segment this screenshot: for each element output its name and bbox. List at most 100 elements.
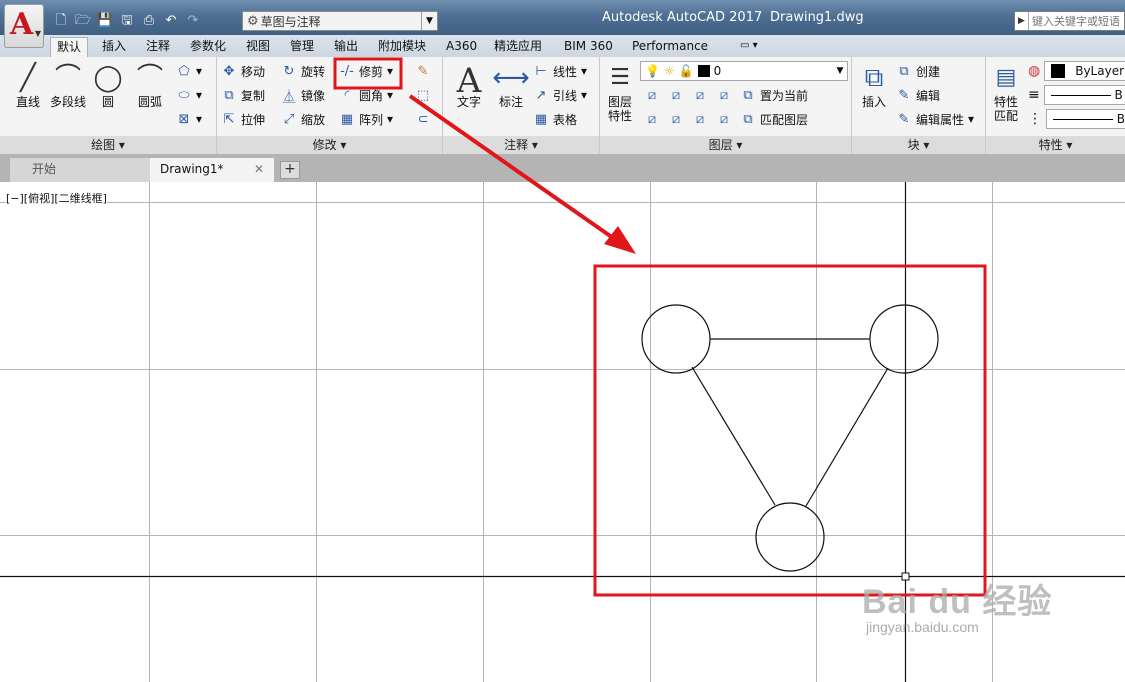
ellipse-button[interactable]: ⬭ ▾	[176, 85, 202, 105]
create-block-button[interactable]: ⧉ 创建	[896, 61, 940, 81]
edit-block-button[interactable]: ✎ 编辑	[896, 85, 940, 105]
tab-view[interactable]: 视图	[240, 37, 276, 57]
viewport-controls[interactable]: [−][俯视][二维线框]	[6, 190, 107, 206]
tab-drawing1[interactable]: Drawing1* ✕	[150, 158, 274, 182]
layer-unisolate-icon[interactable]: ⧄	[644, 112, 660, 127]
line-left[interactable]	[691, 366, 776, 506]
linetype-dropdown[interactable]: B	[1046, 109, 1125, 129]
linetype-row: ⋮ B	[1028, 109, 1125, 129]
tab-start[interactable]: 开始	[10, 158, 150, 182]
draw-panel-title[interactable]: 绘图 ▾	[0, 136, 216, 154]
edit-block-icon: ✎	[898, 87, 910, 103]
application-menu-button[interactable]: A ▼	[4, 4, 44, 48]
erase-button[interactable]: ✎	[415, 61, 431, 81]
copy-button[interactable]: ⧉ 复制	[221, 85, 265, 105]
tab-bim360[interactable]: BIM 360	[558, 37, 619, 57]
tab-addins[interactable]: 附加模块	[372, 37, 432, 57]
layer-stack-icon: ☰	[610, 65, 630, 90]
chevron-right-icon[interactable]: ▶	[1015, 12, 1029, 30]
color-dropdown[interactable]: ByLayer	[1044, 61, 1125, 81]
search-input[interactable]	[1029, 14, 1123, 28]
scale-icon: ⤢	[283, 111, 295, 127]
line-right[interactable]	[805, 367, 889, 507]
tab-manage[interactable]: 管理	[284, 37, 320, 57]
block-panel-title[interactable]: 块 ▾	[852, 136, 985, 154]
linear-button[interactable]: ⊢ 线性 ▾	[533, 61, 587, 81]
drawing-canvas[interactable]: [−][俯视][二维线框] Bai du 经验 jingyan.baidu.co…	[0, 182, 1125, 682]
circle-right[interactable]	[869, 304, 939, 374]
fillet-label: 圆角	[359, 88, 384, 103]
layers-panel-title[interactable]: 图层 ▾	[600, 136, 851, 154]
layers-panel-title-text: 图层	[708, 138, 733, 152]
set-current-button[interactable]: ⧉ 置为当前	[740, 85, 808, 105]
layer-dropdown[interactable]: 💡 ☼ 🔓 0 ▼	[640, 61, 848, 81]
edit-attributes-label: 编辑属性	[916, 112, 965, 127]
insert-block-icon: ⧉	[864, 63, 884, 93]
layer-properties-button[interactable]: ☰ 图层 特性	[600, 61, 640, 123]
new-file-icon[interactable]: 🗋	[52, 12, 70, 30]
fillet-icon: ◜	[344, 87, 350, 103]
layer-isolate-icon[interactable]: ⧄	[668, 88, 684, 103]
properties-panel-title[interactable]: 特性 ▾	[986, 136, 1125, 154]
fillet-button[interactable]: ◜ 圆角 ▾	[339, 85, 393, 105]
tab-insert[interactable]: 插入	[96, 37, 132, 57]
mirror-label: 镜像	[301, 88, 326, 103]
chevron-down-icon[interactable]: ▼	[421, 12, 437, 30]
circle-button[interactable]: ◯ 圆	[84, 61, 132, 109]
annotation-panel-title[interactable]: 注释 ▾	[443, 136, 599, 154]
match-properties-button[interactable]: ▤ 特性 匹配	[986, 61, 1026, 123]
title-bar: 🗋 🗁 💾 🖫 ⎙ ↶ ↷ ⚙ 草图与注释 ▼ Autodesk AutoCAD…	[0, 0, 1125, 35]
tab-featured-apps[interactable]: 精选应用	[488, 37, 548, 57]
save-as-icon[interactable]: 🖫	[118, 12, 136, 30]
app-title: Autodesk AutoCAD 2017	[602, 10, 763, 25]
tab-annotate[interactable]: 注释	[140, 37, 176, 57]
edit-attributes-button[interactable]: ✎ 编辑属性 ▾	[896, 109, 975, 129]
offset-button[interactable]: ⊂	[415, 109, 431, 129]
tab-performance[interactable]: Performance	[626, 37, 714, 57]
rotate-button[interactable]: ↻ 旋转	[281, 61, 325, 81]
layer-off-icon[interactable]: ⧄	[644, 88, 660, 103]
tab-output[interactable]: 输出	[328, 37, 364, 57]
insert-button[interactable]: ⧉ 插入	[852, 61, 896, 109]
ribbon-minimize-icon[interactable]: ▭ ▾	[734, 37, 764, 57]
trim-button[interactable]: -/- 修剪 ▾	[339, 61, 393, 81]
lineweight-dropdown[interactable]: B	[1043, 85, 1125, 105]
table-button[interactable]: ▦ 表格	[533, 109, 577, 129]
array-icon: ▦	[340, 111, 354, 127]
layer-freeze-icon[interactable]: ⧄	[692, 88, 708, 103]
save-icon[interactable]: 💾	[96, 12, 114, 30]
polygon-button[interactable]: ⬠ ▾	[176, 61, 202, 81]
circle-left[interactable]	[641, 304, 711, 374]
workspace-selector[interactable]: ⚙ 草图与注释 ▼	[242, 11, 438, 31]
layer-unlock-icon[interactable]: ⧄	[716, 112, 732, 127]
open-file-icon[interactable]: 🗁	[74, 12, 92, 30]
new-tab-button[interactable]: +	[280, 161, 300, 179]
undo-icon[interactable]: ↶	[162, 12, 180, 30]
print-icon[interactable]: ⎙	[140, 12, 158, 30]
create-block-label: 创建	[916, 64, 941, 79]
stretch-button[interactable]: ⇱ 拉伸	[221, 109, 265, 129]
arc-button[interactable]: ⌒ 圆弧	[126, 61, 174, 109]
scale-button[interactable]: ⤢ 缩放	[281, 109, 325, 129]
tab-parametric[interactable]: 参数化	[184, 37, 232, 57]
dimension-button[interactable]: ⟷ 标注	[487, 61, 535, 109]
layer-lock-icon[interactable]: ⧄	[716, 88, 732, 103]
move-button[interactable]: ✥ 移动	[221, 61, 265, 81]
redo-icon[interactable]: ↷	[184, 12, 202, 30]
layer-thaw-icon[interactable]: ⧄	[668, 112, 684, 127]
tab-a360[interactable]: A360	[440, 37, 483, 57]
tab-default[interactable]: 默认	[50, 37, 89, 57]
layer-on-icon[interactable]: ⧄	[692, 112, 708, 127]
modify-panel-title[interactable]: 修改 ▾	[217, 136, 442, 154]
match-layer-icon: ⧉	[743, 111, 753, 127]
explode-button[interactable]: ⬚	[415, 85, 431, 105]
match-layer-button[interactable]: ⧉ 匹配图层	[740, 109, 808, 129]
text-button[interactable]: A 文字	[445, 61, 493, 109]
mirror-button[interactable]: ⏅ 镜像	[281, 85, 325, 105]
circle-bottom[interactable]	[755, 502, 825, 572]
leader-button[interactable]: ↗ 引线 ▾	[533, 85, 588, 105]
workspace-label: 草图与注释	[260, 14, 321, 29]
close-icon[interactable]: ✕	[254, 158, 264, 180]
array-button[interactable]: ▦ 阵列 ▾	[339, 109, 393, 129]
hatch-button[interactable]: ⊠ ▾	[176, 109, 202, 129]
